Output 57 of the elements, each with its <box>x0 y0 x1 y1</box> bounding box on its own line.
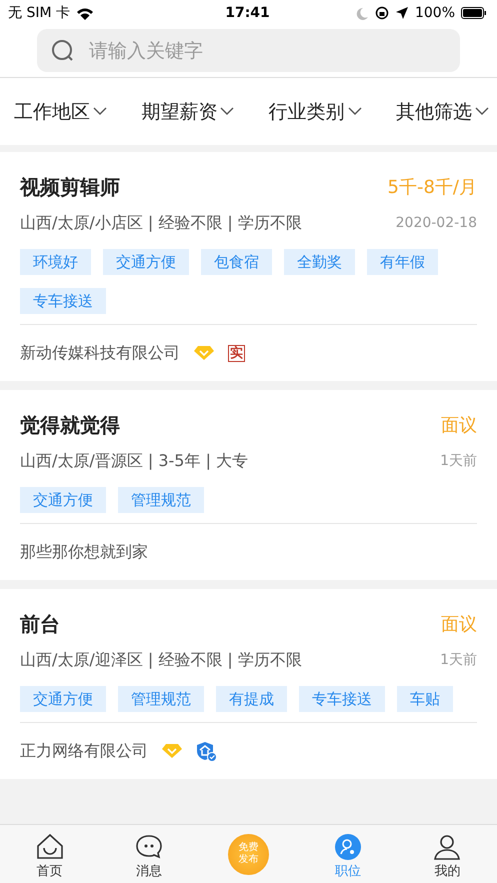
shield-verified-icon <box>196 740 217 762</box>
benefit-tag: 有年假 <box>367 249 438 275</box>
post-date: 1天前 <box>440 651 477 670</box>
chevron-down-icon <box>220 107 234 116</box>
lock-rotation-icon <box>374 6 389 20</box>
job-title: 前台 <box>20 611 60 638</box>
home-icon <box>36 833 64 860</box>
chat-icon <box>135 833 164 860</box>
filter-dropdown[interactable]: 期望薪资 <box>141 98 234 124</box>
benefit-tag: 车贴 <box>397 686 453 712</box>
company-name: 正力网络有限公司 <box>20 740 148 762</box>
diamond-icon <box>162 743 182 759</box>
filter-dropdown[interactable]: 其他筛选 <box>396 98 489 124</box>
person-gear-icon <box>334 834 361 860</box>
benefit-tag: 环境好 <box>20 249 91 275</box>
clock: 17:41 <box>225 4 270 20</box>
job-title: 视频剪辑师 <box>20 174 120 201</box>
company-name: 那些那你想就到家 <box>20 542 148 562</box>
job-requirements: 山西/太原/晋源区 | 3-5年 | 大专 <box>20 450 248 472</box>
battery-percent: 100% <box>414 4 456 20</box>
moon-icon <box>354 6 369 20</box>
salary: 面议 <box>441 414 477 437</box>
benefit-tag: 交通方便 <box>103 249 189 275</box>
verified-seal: 实 <box>228 344 245 362</box>
wifi-icon <box>76 6 94 20</box>
benefit-tag: 交通方便 <box>20 487 106 513</box>
chevron-down-icon <box>474 107 489 116</box>
battery-icon <box>461 6 488 18</box>
benefit-tag: 交通方便 <box>20 686 106 712</box>
tab-item[interactable]: 消息 <box>99 825 199 883</box>
benefit-tag: 有提成 <box>216 686 287 712</box>
benefit-tag: 专车接送 <box>299 686 385 712</box>
post-date: 1天前 <box>440 452 477 471</box>
filter-dropdown[interactable]: 行业类别 <box>268 98 362 124</box>
company-name: 新动传媒科技有限公司 <box>20 342 180 364</box>
post-date: 2020-02-18 <box>396 214 477 233</box>
benefit-tag: 管理规范 <box>118 487 204 513</box>
benefit-tag: 包食宿 <box>201 249 272 275</box>
tab-item[interactable]: 首页 <box>0 825 100 883</box>
benefit-tag: 全勤奖 <box>284 249 355 275</box>
salary: 5千-8千/月 <box>388 176 477 199</box>
chevron-down-icon <box>348 107 362 116</box>
search-field[interactable]: 请输入关键字 <box>37 29 460 72</box>
diamond-icon <box>194 345 214 361</box>
location-arrow-icon <box>394 6 409 20</box>
job-requirements: 山西/太原/迎泽区 | 经验不限 | 学历不限 <box>20 649 302 671</box>
filter-dropdown[interactable]: 工作地区 <box>14 98 107 124</box>
person-icon <box>433 833 462 860</box>
search-icon <box>51 39 75 63</box>
job-requirements: 山西/太原/小店区 | 经验不限 | 学历不限 <box>20 212 302 234</box>
benefit-tag: 专车接送 <box>20 288 106 314</box>
tab-item[interactable]: 我的 <box>398 825 497 883</box>
job-title: 觉得就觉得 <box>20 412 120 439</box>
salary: 面议 <box>441 613 477 636</box>
chevron-down-icon <box>93 107 107 116</box>
carrier-label: 无 SIM 卡 <box>8 4 70 22</box>
benefit-tag: 管理规范 <box>118 686 204 712</box>
